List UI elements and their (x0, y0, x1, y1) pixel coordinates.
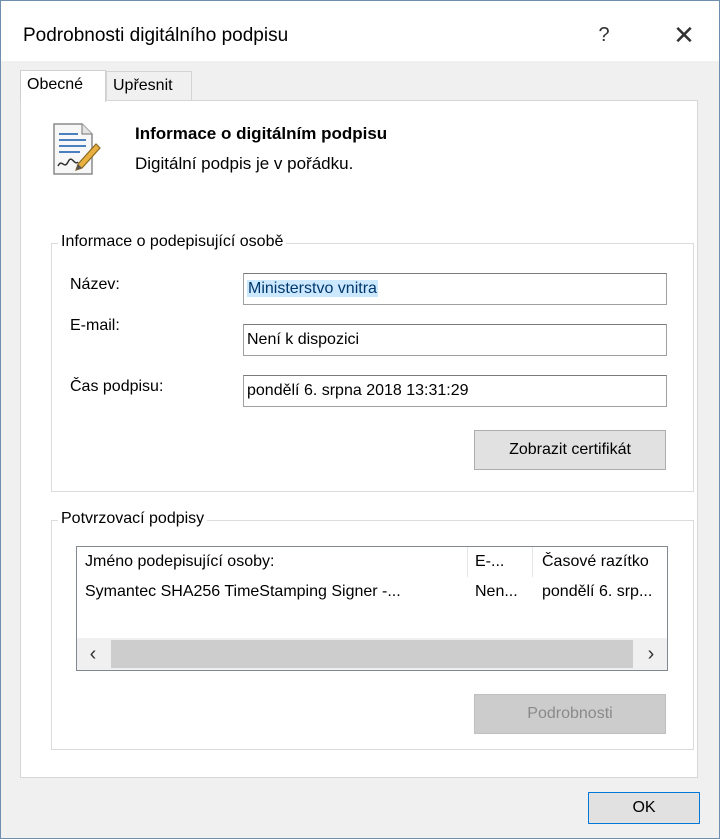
name-field[interactable]: Ministerstvo vnitra (243, 273, 667, 305)
signing-time-field[interactable]: pondělí 6. srpna 2018 13:31:29 (243, 375, 667, 407)
name-label: Název: (70, 276, 120, 293)
help-button[interactable]: ? (581, 15, 627, 55)
details-button[interactable]: Podrobnosti (474, 694, 666, 734)
column-header-timestamp[interactable]: Časové razítko (534, 547, 667, 577)
list-item[interactable]: Symantec SHA256 TimeStamping Signer -...… (77, 577, 667, 607)
column-header-email[interactable]: E-... (467, 547, 529, 577)
scrollbar-thumb[interactable] (111, 640, 633, 668)
list-header: Jméno podepisující osoby: E-... Časové r… (77, 547, 667, 577)
column-divider[interactable] (532, 547, 533, 577)
scroll-left-icon[interactable]: ‹ (77, 638, 109, 670)
signature-info-heading: Informace o digitálním podpisu (135, 124, 388, 143)
signature-status-text: Digitální podpis je v pořádku. (135, 154, 354, 173)
tab-general[interactable]: Obecné (20, 70, 106, 102)
column-header-signer[interactable]: Jméno podepisující osoby: (77, 547, 467, 577)
horizontal-scrollbar[interactable]: ‹ › (77, 638, 667, 670)
dialog-title: Podrobnosti digitálního podpisu (23, 25, 289, 46)
scroll-right-icon[interactable]: › (635, 638, 667, 670)
countersignature-list[interactable]: Jméno podepisující osoby: E-... Časové r… (76, 546, 668, 671)
ok-button[interactable]: OK (588, 792, 700, 824)
email-label: E-mail: (70, 317, 120, 334)
signer-info-legend: Informace o podepisující osobě (58, 233, 287, 251)
row-email: Nen... (475, 583, 518, 600)
signing-time-label: Čas podpisu: (70, 378, 164, 395)
countersignatures-legend: Potvrzovací podpisy (58, 510, 208, 528)
signature-document-icon (53, 123, 101, 175)
title-bar: Podrobnosti digitálního podpisu ? ✕ (1, 1, 719, 61)
close-button[interactable]: ✕ (661, 15, 707, 55)
email-field[interactable]: Není k dispozici (243, 324, 667, 356)
view-certificate-button[interactable]: Zobrazit certifikát (474, 430, 666, 470)
row-signer-name: Symantec SHA256 TimeStamping Signer -... (85, 583, 401, 600)
tab-advanced[interactable]: Upřesnit (106, 71, 192, 101)
row-timestamp: pondělí 6. srp... (542, 583, 653, 600)
name-value: Ministerstvo vnitra (247, 280, 378, 297)
